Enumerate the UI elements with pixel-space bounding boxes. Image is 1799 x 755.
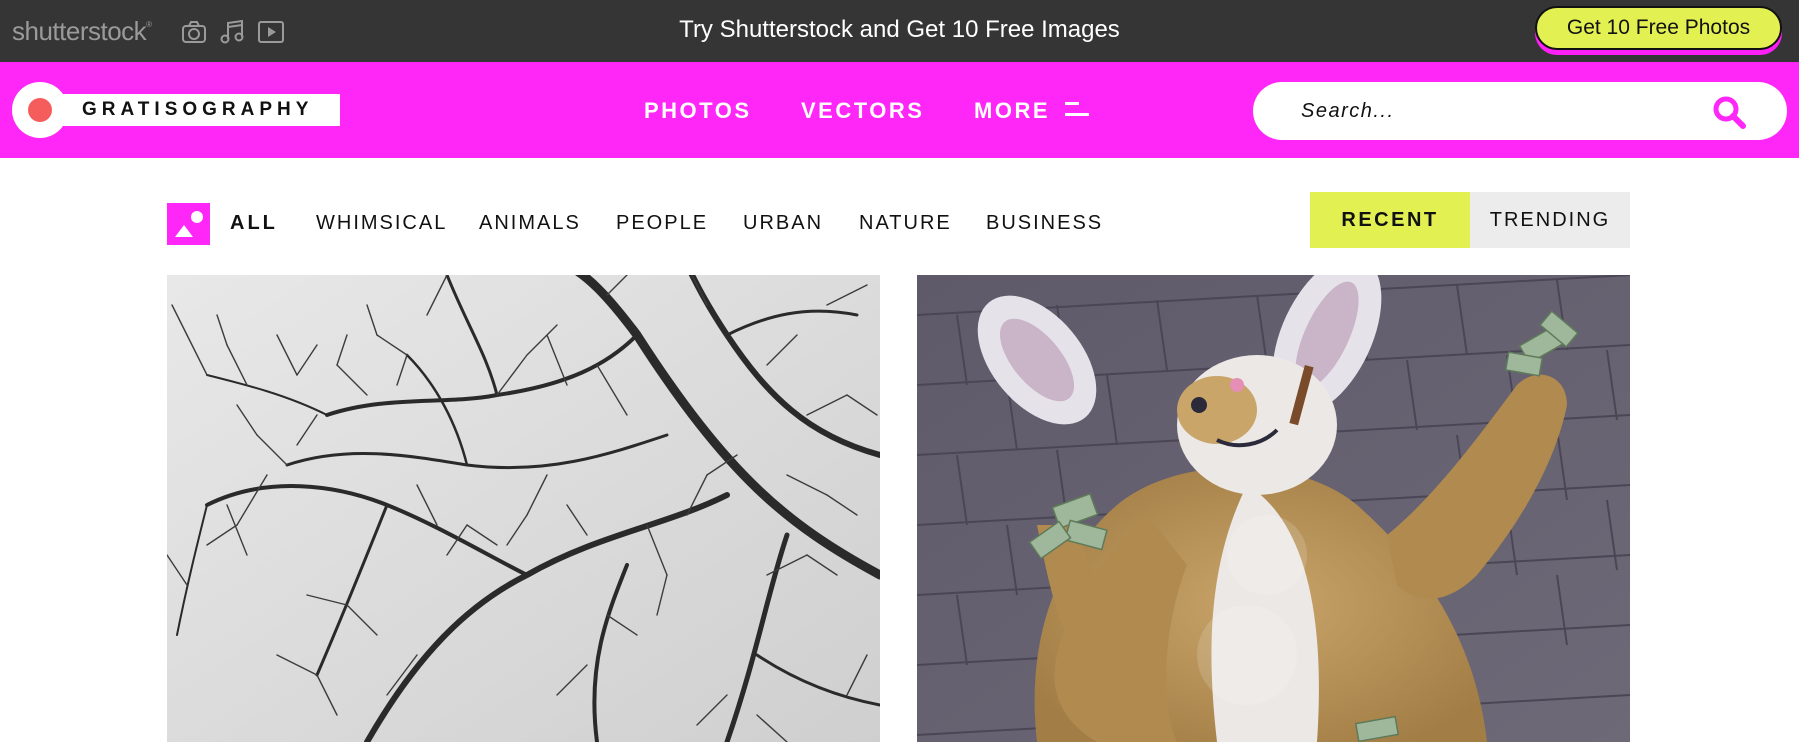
category-business[interactable]: BUSINESS bbox=[986, 212, 1103, 235]
search-input[interactable] bbox=[1301, 96, 1701, 126]
sort-recent-button[interactable]: RECENT bbox=[1310, 192, 1470, 248]
sort-trending-button[interactable]: TRENDING bbox=[1470, 192, 1630, 248]
tree-branches-image bbox=[167, 275, 880, 742]
logo-mark[interactable] bbox=[12, 82, 68, 138]
category-whimsical[interactable]: WHIMSICAL bbox=[316, 212, 447, 235]
promo-bar: shutterstock® Try Shutterstock and Get 1… bbox=[0, 0, 1799, 62]
bunny-money-image bbox=[917, 275, 1630, 742]
category-urban[interactable]: URBAN bbox=[743, 212, 823, 235]
menu-icon[interactable] bbox=[1065, 102, 1089, 120]
category-people[interactable]: PEOPLE bbox=[616, 212, 708, 235]
promo-headline[interactable]: Try Shutterstock and Get 10 Free Images bbox=[0, 16, 1799, 44]
category-all[interactable]: ALL bbox=[230, 212, 278, 235]
nav-vectors[interactable]: VECTORS bbox=[801, 98, 924, 124]
category-animals[interactable]: ANIMALS bbox=[479, 212, 581, 235]
site-logo[interactable]: GRATISOGRAPHY bbox=[82, 99, 313, 121]
nav-photos[interactable]: PHOTOS bbox=[644, 98, 752, 124]
logo-dot bbox=[28, 98, 52, 122]
nav-more[interactable]: MORE bbox=[974, 98, 1050, 124]
main-header: GRATISOGRAPHY PHOTOS VECTORS MORE bbox=[0, 62, 1799, 158]
category-nature[interactable]: NATURE bbox=[859, 212, 952, 235]
search-icon[interactable] bbox=[1711, 94, 1747, 130]
free-photos-button[interactable]: Get 10 Free Photos bbox=[1535, 6, 1782, 50]
search-box bbox=[1253, 82, 1787, 140]
photo-bunny-money[interactable] bbox=[917, 275, 1630, 742]
image-category-icon bbox=[167, 203, 210, 245]
photo-tree-branches[interactable] bbox=[167, 275, 880, 742]
